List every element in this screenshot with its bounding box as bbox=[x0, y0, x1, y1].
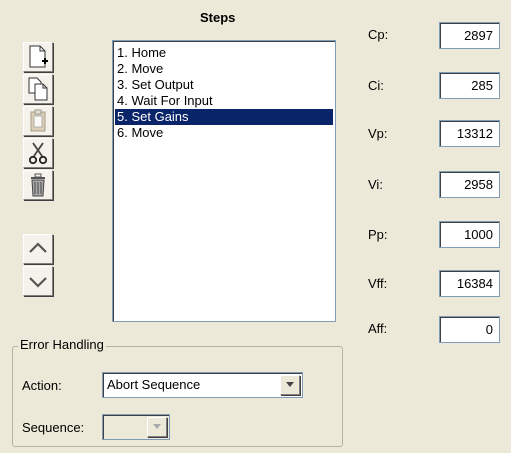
cut-icon bbox=[28, 142, 48, 165]
delete-step-button[interactable] bbox=[23, 170, 53, 200]
chevron-down-icon bbox=[286, 382, 294, 387]
aff-label: Aff: bbox=[368, 321, 388, 336]
error-handling-legend: Error Handling bbox=[18, 337, 106, 352]
delete-icon bbox=[31, 173, 45, 197]
list-item-selected[interactable]: 5. Set Gains bbox=[115, 109, 333, 125]
vp-label: Vp: bbox=[368, 126, 388, 141]
cp-label: Cp: bbox=[368, 27, 389, 42]
list-item[interactable]: 2. Move bbox=[115, 61, 333, 77]
action-dropdown[interactable]: Abort Sequence bbox=[102, 372, 303, 398]
pp-label: Pp: bbox=[368, 227, 388, 242]
aff-field[interactable]: 0 bbox=[439, 316, 500, 343]
ci-label: Ci: bbox=[368, 78, 384, 93]
vi-field[interactable]: 2958 bbox=[439, 171, 500, 198]
new-step-button[interactable] bbox=[23, 42, 53, 72]
list-item[interactable]: 3. Set Output bbox=[115, 77, 333, 93]
sequence-dropdown[interactable] bbox=[102, 414, 170, 440]
vi-label: Vi: bbox=[368, 177, 383, 192]
steps-title: Steps bbox=[200, 10, 236, 25]
action-value: Abort Sequence bbox=[107, 377, 201, 392]
move-down-button[interactable] bbox=[23, 266, 53, 296]
vff-field[interactable]: 16384 bbox=[439, 270, 500, 297]
chevron-down-icon bbox=[153, 424, 161, 429]
move-down-icon bbox=[29, 277, 47, 288]
copy-step-button[interactable] bbox=[23, 74, 53, 104]
cut-step-button[interactable] bbox=[23, 138, 53, 168]
action-dropdown-button[interactable] bbox=[280, 375, 300, 395]
steps-list[interactable]: 1. Home 2. Move 3. Set Output 4. Wait Fo… bbox=[112, 40, 336, 322]
action-label: Action: bbox=[22, 378, 62, 393]
vp-field[interactable]: 13312 bbox=[439, 120, 500, 147]
cp-field[interactable]: 2897 bbox=[439, 22, 500, 49]
paste-icon bbox=[30, 109, 46, 132]
sequence-dropdown-button[interactable] bbox=[147, 417, 167, 437]
paste-step-button[interactable] bbox=[23, 106, 53, 136]
vff-label: Vff: bbox=[368, 276, 388, 291]
sequence-label: Sequence: bbox=[22, 420, 85, 435]
list-item[interactable]: 6. Move bbox=[115, 125, 333, 141]
copy-icon bbox=[28, 77, 48, 101]
move-up-icon bbox=[29, 242, 47, 253]
pp-field[interactable]: 1000 bbox=[439, 221, 500, 248]
ci-field[interactable]: 285 bbox=[439, 72, 500, 99]
list-item[interactable]: 1. Home bbox=[115, 45, 333, 61]
list-item[interactable]: 4. Wait For Input bbox=[115, 93, 333, 109]
new-step-icon bbox=[29, 45, 48, 68]
move-up-button[interactable] bbox=[23, 234, 53, 264]
